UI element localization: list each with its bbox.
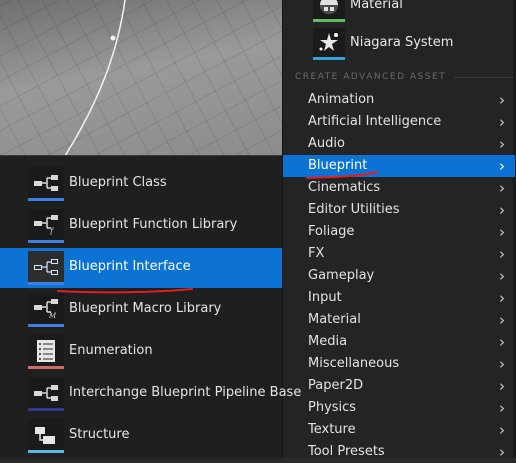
- menu-item-fx[interactable]: FX ›: [283, 243, 515, 265]
- chevron-right-icon: ›: [499, 399, 505, 417]
- chevron-right-icon: ›: [499, 135, 505, 153]
- menu-item-audio[interactable]: Audio ›: [283, 133, 515, 155]
- svg-text:M: M: [48, 312, 57, 319]
- menu-item-physics[interactable]: Physics ›: [283, 397, 515, 419]
- chevron-right-icon: ›: [499, 223, 505, 241]
- blueprint-submenu: Blueprint Class f Blueprint Function Lib…: [0, 155, 301, 458]
- chevron-right-icon: ›: [499, 333, 505, 351]
- chevron-right-icon: ›: [499, 113, 505, 131]
- interchange-blueprint-pipeline-icon: [28, 377, 64, 411]
- chevron-right-icon: ›: [499, 245, 505, 263]
- level-viewport[interactable]: [0, 0, 282, 156]
- menu-item-editor-utilities[interactable]: Editor Utilities ›: [283, 199, 515, 221]
- menu-item-texture[interactable]: Texture ›: [283, 419, 515, 441]
- add-asset-menu: Material Niagara System CREATE ADVANCED …: [282, 0, 516, 461]
- asset-tile-niagara-system[interactable]: Niagara System: [309, 28, 516, 62]
- chevron-right-icon: ›: [499, 289, 505, 307]
- viewport-gizmo-arc: [64, 0, 126, 156]
- submenu-item-interchange-blueprint-pipeline-base[interactable]: Interchange Blueprint Pipeline Base: [0, 374, 301, 414]
- chevron-right-icon: ›: [499, 267, 505, 285]
- asset-tile-label: Material: [350, 0, 403, 12]
- submenu-item-structure[interactable]: Structure: [0, 416, 282, 456]
- menu-item-blueprint[interactable]: Blueprint ›: [283, 155, 515, 177]
- material-sphere-icon: [313, 0, 345, 22]
- structure-icon: [28, 419, 64, 453]
- blueprint-interface-icon: [28, 251, 64, 285]
- menu-item-gameplay[interactable]: Gameplay ›: [283, 265, 515, 287]
- chevron-right-icon: ›: [499, 201, 505, 219]
- asset-tile-label: Niagara System: [350, 35, 454, 50]
- chevron-right-icon: ›: [499, 157, 505, 175]
- menu-item-material[interactable]: Material ›: [283, 309, 515, 331]
- submenu-item-enumeration[interactable]: Enumeration: [0, 332, 282, 372]
- submenu-item-label: Blueprint Class: [69, 175, 167, 190]
- asset-tile-material[interactable]: Material: [309, 0, 516, 24]
- svg-text:f: f: [49, 227, 55, 235]
- chevron-right-icon: ›: [499, 311, 505, 329]
- submenu-item-label: Structure: [69, 427, 130, 442]
- chevron-right-icon: ›: [499, 377, 505, 395]
- menu-item-paper2d[interactable]: Paper2D ›: [283, 375, 515, 397]
- submenu-item-blueprint-interface[interactable]: Blueprint Interface: [0, 248, 282, 288]
- chevron-right-icon: ›: [499, 179, 505, 197]
- submenu-item-label: Interchange Blueprint Pipeline Base: [69, 385, 302, 400]
- section-header: CREATE ADVANCED ASSET: [295, 72, 513, 82]
- menu-item-cinematics[interactable]: Cinematics ›: [283, 177, 515, 199]
- menu-item-media[interactable]: Media ›: [283, 331, 515, 353]
- submenu-item-blueprint-macro-library[interactable]: M Blueprint Macro Library: [0, 290, 282, 330]
- chevron-right-icon: ›: [499, 421, 505, 439]
- blueprint-class-icon: [28, 167, 64, 201]
- blueprint-macro-library-icon: M: [28, 293, 64, 327]
- chevron-right-icon: ›: [499, 91, 505, 109]
- blueprint-function-library-icon: f: [28, 209, 64, 243]
- submenu-item-blueprint-class[interactable]: Blueprint Class: [0, 164, 282, 204]
- chevron-right-icon: ›: [499, 355, 505, 373]
- menu-item-foliage[interactable]: Foliage ›: [283, 221, 515, 243]
- submenu-item-label: Blueprint Interface: [69, 259, 191, 274]
- chevron-right-icon: ›: [499, 443, 505, 461]
- menu-item-input[interactable]: Input ›: [283, 287, 515, 309]
- menu-item-animation[interactable]: Animation ›: [283, 89, 515, 111]
- enumeration-icon: [28, 335, 64, 369]
- submenu-item-label: Enumeration: [69, 343, 153, 358]
- niagara-system-icon: [313, 28, 345, 60]
- menu-item-miscellaneous[interactable]: Miscellaneous ›: [283, 353, 515, 375]
- menu-item-artificial-intelligence[interactable]: Artificial Intelligence ›: [283, 111, 515, 133]
- submenu-item-label: Blueprint Function Library: [69, 217, 238, 232]
- submenu-item-blueprint-function-library[interactable]: f Blueprint Function Library: [0, 206, 282, 246]
- menu-item-tool-presets[interactable]: Tool Presets ›: [283, 441, 515, 463]
- submenu-item-label: Blueprint Macro Library: [69, 301, 222, 316]
